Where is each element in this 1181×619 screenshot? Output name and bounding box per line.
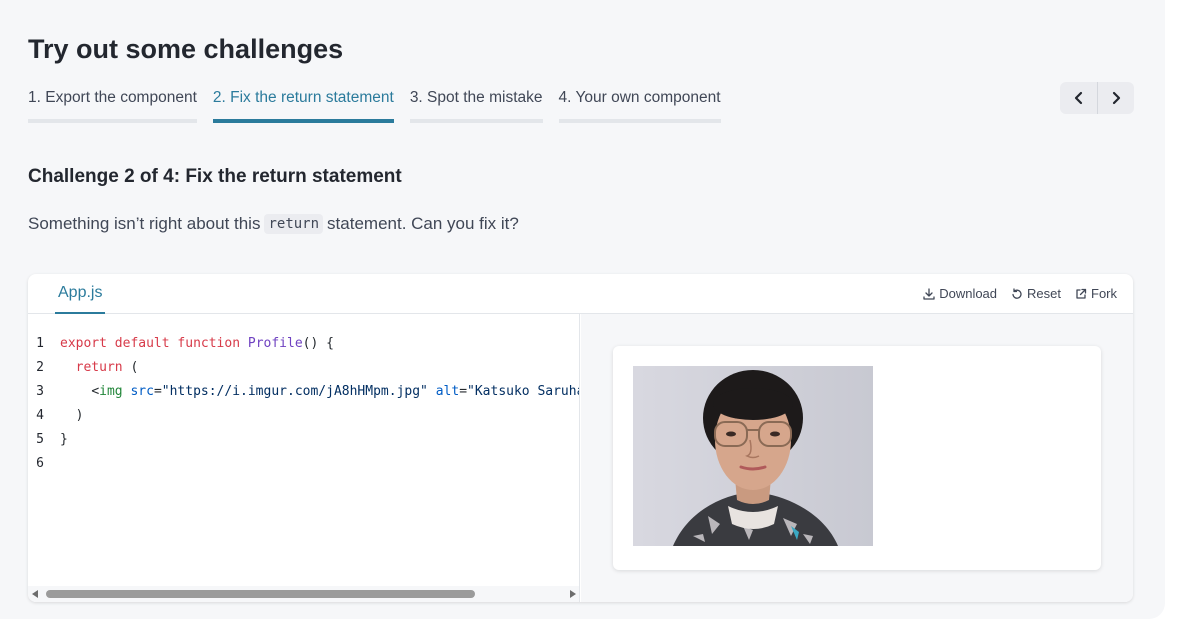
keyword-return: return — [75, 359, 123, 375]
line-number: 2 — [36, 359, 44, 375]
previous-challenge-button[interactable] — [1060, 82, 1097, 114]
scrollbar-thumb[interactable] — [46, 590, 475, 598]
code-punctuation: = — [153, 383, 162, 399]
reset-button[interactable]: Reset — [1011, 286, 1061, 301]
profile-photo — [633, 366, 873, 546]
code-punctuation: < — [91, 383, 100, 399]
description-text-after: statement. Can you fix it? — [327, 214, 519, 233]
code-punctuation: ) — [75, 407, 84, 423]
reset-icon — [1012, 287, 1022, 299]
code-punctuation: = — [459, 383, 468, 399]
horizontal-scrollbar[interactable] — [28, 586, 579, 602]
challenge-tabs: 1. Export the component 2. Fix the retur… — [28, 89, 721, 123]
line-number: 6 — [36, 455, 44, 471]
code-sandbox: App.js Download Reset Fork 1 export defau… — [28, 274, 1133, 602]
code-line: 4 ) — [28, 403, 83, 427]
next-challenge-button[interactable] — [1097, 82, 1134, 114]
code-line: 6 — [28, 451, 60, 475]
inline-code: return — [264, 214, 324, 234]
page-title: Try out some challenges — [28, 34, 344, 64]
fork-label: Fork — [1091, 286, 1117, 301]
challenge-heading: Challenge 2 of 4: Fix the return stateme… — [28, 166, 402, 188]
keyword-export: export — [60, 335, 107, 351]
jsx-attribute: src — [130, 383, 154, 399]
line-number: 5 — [36, 431, 44, 447]
code-line: 5} — [28, 427, 68, 451]
download-button[interactable]: Download — [923, 286, 997, 301]
challenge-title: Fix the return statement — [185, 166, 402, 187]
page-margin — [1165, 0, 1181, 619]
keyword-function: function — [177, 335, 241, 351]
string-literal: "https://i.imgur.com/jA8hHMpm.jpg" — [161, 383, 428, 399]
line-number: 1 — [36, 335, 44, 351]
code-punctuation: } — [60, 431, 68, 447]
sandbox-actions: Download Reset Fork — [923, 286, 1117, 301]
line-number: 4 — [36, 407, 44, 423]
tab-export-component[interactable]: 1. Export the component — [28, 89, 197, 123]
code-line: 3 < img src = "https://i.imgur.com/jA8hHMpm… — [28, 379, 579, 403]
function-name: Profile — [247, 335, 303, 351]
chevron-left-icon — [1074, 91, 1082, 105]
jsx-tag: img — [99, 383, 123, 399]
fork-button[interactable]: Fork — [1075, 286, 1117, 301]
file-tab-app-js[interactable]: App.js — [55, 274, 106, 314]
chevron-right-icon — [1112, 91, 1121, 105]
challenge-nav — [1060, 82, 1134, 114]
code-punctuation: ( — [122, 359, 139, 375]
keyword-default: default — [114, 335, 170, 351]
scroll-right-arrow-icon[interactable] — [570, 590, 576, 598]
code-line: 2 return ( — [28, 355, 138, 379]
preview-frame — [613, 346, 1101, 570]
scroll-left-arrow-icon[interactable] — [32, 590, 38, 598]
jsx-attribute: alt — [435, 383, 460, 399]
code-editor[interactable]: 1 export default function Profile() { 2 r… — [28, 314, 580, 602]
challenges-card: Try out some challenges 1. Export the co… — [0, 0, 1165, 619]
description-text-before: Something isn’t right about this — [28, 214, 261, 233]
tab-your-own-component[interactable]: 4. Your own component — [558, 89, 721, 123]
preview-pane — [581, 314, 1133, 602]
tab-fix-return-statement[interactable]: 2. Fix the return statement — [212, 89, 394, 123]
sandbox-header: App.js Download Reset Fork — [28, 274, 1133, 314]
challenge-counter: Challenge 2 of 4: — [28, 166, 181, 187]
line-number: 3 — [36, 383, 44, 399]
challenge-description: Something isn’t right about this return … — [28, 214, 519, 234]
string-literal: "Katsuko Saruhashi" — [467, 383, 579, 399]
code-punctuation: () { — [302, 335, 334, 351]
download-label: Download — [939, 286, 998, 301]
external-link-icon — [1076, 288, 1087, 299]
code-line: 1 export default function Profile() { — [28, 331, 334, 355]
download-icon — [923, 287, 935, 300]
reset-label: Reset — [1027, 286, 1061, 301]
tab-spot-the-mistake[interactable]: 3. Spot the mistake — [409, 89, 543, 123]
